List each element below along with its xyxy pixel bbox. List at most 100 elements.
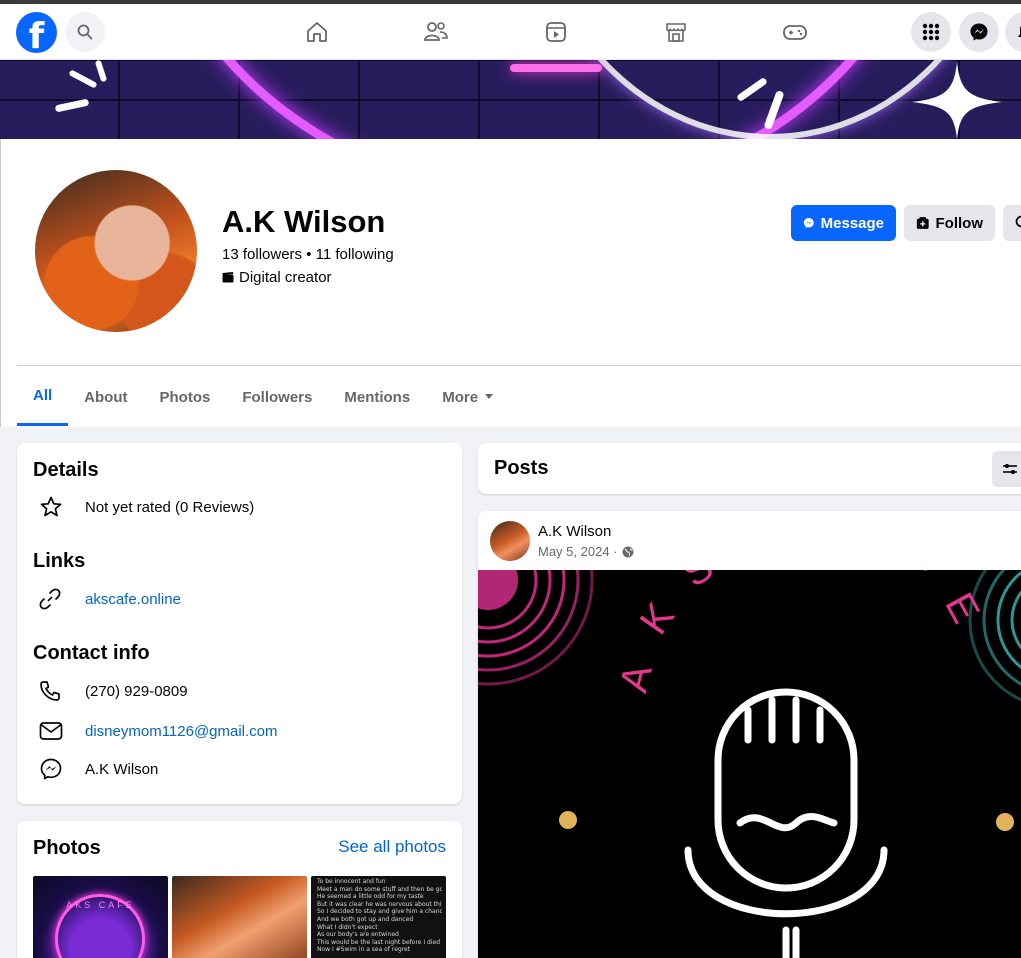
profile-category: Digital creator bbox=[222, 269, 332, 286]
poem-line: As our body's are entwined bbox=[317, 931, 399, 939]
menu-grid-icon bbox=[922, 23, 940, 41]
globe-icon bbox=[622, 546, 633, 557]
star-icon bbox=[40, 496, 62, 517]
post-author-avatar[interactable] bbox=[490, 521, 530, 561]
posts-header-card: Posts bbox=[478, 443, 1021, 494]
email-link[interactable]: disneymom1126@gmail.com bbox=[85, 723, 278, 740]
follow-button[interactable]: Follow bbox=[904, 205, 995, 241]
poem-line: So I decided to stay and give him a chan… bbox=[317, 908, 442, 916]
messenger-button[interactable] bbox=[959, 12, 999, 52]
clapperboard-icon bbox=[222, 272, 234, 283]
poem-line: This would be the last night before I di… bbox=[317, 938, 441, 946]
friends-icon bbox=[424, 22, 448, 41]
see-all-photos-link[interactable]: See all photos bbox=[338, 837, 446, 857]
tab-followers[interactable]: Followers bbox=[226, 368, 328, 426]
profile-avatar[interactable] bbox=[32, 167, 200, 335]
poem-line: Now I #Swim in a sea of regret bbox=[317, 946, 411, 954]
tab-followers-label: Followers bbox=[242, 388, 313, 406]
home-icon bbox=[307, 22, 327, 42]
profile-tabs: All About Photos Followers Mentions More bbox=[17, 368, 510, 426]
phone-number: (270) 929-0809 bbox=[85, 682, 188, 700]
aks-cafe-text: AKS CAFE bbox=[612, 570, 1004, 697]
link-icon bbox=[39, 588, 61, 610]
tab-mentions-label: Mentions bbox=[344, 388, 411, 406]
profile-name: A.K Wilson bbox=[222, 204, 386, 239]
aks-cafe-logo: AKS CAFE bbox=[478, 570, 1021, 958]
nav-video[interactable] bbox=[542, 18, 570, 46]
profile-category-label: Digital creator bbox=[239, 269, 332, 286]
messenger-icon bbox=[970, 23, 988, 41]
marketplace-icon bbox=[666, 23, 686, 42]
poem-line: To be innocent and fun bbox=[317, 878, 386, 885]
poem-line: But it was clear he was nervous about th… bbox=[317, 900, 442, 908]
tab-more[interactable]: More bbox=[426, 368, 510, 426]
nav-home[interactable] bbox=[303, 18, 331, 46]
menu-button[interactable] bbox=[911, 12, 951, 52]
phone-row: (270) 929-0809 bbox=[33, 676, 188, 706]
rating-text: Not yet rated (0 Reviews) bbox=[85, 498, 255, 516]
poem-line: And we both got up and danced bbox=[317, 915, 414, 923]
search-icon bbox=[1015, 215, 1021, 228]
search-icon bbox=[77, 24, 93, 40]
poem-text: To be innocent and fun Meet a man do som… bbox=[317, 878, 442, 954]
tab-about[interactable]: About bbox=[68, 368, 143, 426]
nav-friends[interactable] bbox=[422, 18, 450, 46]
email-icon bbox=[39, 722, 63, 740]
post-meta: May 5, 2024 · bbox=[538, 544, 634, 559]
gaming-icon bbox=[783, 25, 807, 40]
tab-all-label: All bbox=[33, 387, 53, 404]
post-image[interactable]: AKS CAFE bbox=[478, 570, 1021, 958]
messenger-icon bbox=[40, 758, 62, 780]
phone-icon bbox=[40, 681, 60, 701]
follow-counts[interactable]: 13 followers • 11 following bbox=[222, 246, 394, 263]
photos-card: Photos See all photos AKS CAFE To be inn… bbox=[17, 821, 462, 958]
nav-gaming[interactable] bbox=[781, 18, 809, 46]
post-card: A.K Wilson May 5, 2024 · AK FE bbox=[478, 511, 1021, 958]
header-divider bbox=[17, 365, 1021, 366]
tab-mentions[interactable]: Mentions bbox=[328, 368, 426, 426]
links-title: Links bbox=[33, 550, 86, 572]
notifications-button[interactable] bbox=[1005, 12, 1021, 52]
search-profile-button[interactable] bbox=[1003, 205, 1021, 241]
filters-button[interactable] bbox=[992, 451, 1021, 487]
notifications-icon bbox=[1018, 25, 1021, 37]
poem-line: Meet a man do some stuff and then be gon… bbox=[317, 885, 442, 893]
cover-star-icon bbox=[912, 62, 1002, 139]
caret-down-icon bbox=[485, 394, 494, 399]
photo-thumbnail[interactable] bbox=[172, 876, 307, 958]
search-button[interactable] bbox=[65, 12, 105, 52]
filter-icon bbox=[1003, 464, 1017, 474]
follow-button-label: Follow bbox=[935, 214, 984, 232]
tab-all[interactable]: All bbox=[17, 368, 69, 426]
photo-thumbnail[interactable]: AKS CAFE bbox=[33, 876, 168, 958]
poem-line: What I didn't expect bbox=[317, 923, 378, 931]
messenger-name: A.K Wilson bbox=[85, 760, 159, 778]
tab-more-label: More bbox=[442, 388, 479, 406]
messenger-icon bbox=[803, 218, 814, 228]
website-link[interactable]: akscafe.online bbox=[85, 591, 181, 608]
post-date[interactable]: May 5, 2024 · bbox=[538, 544, 618, 559]
message-button-label: Message bbox=[820, 214, 884, 232]
tab-photos-label: Photos bbox=[159, 388, 211, 406]
photos-title: Photos bbox=[33, 837, 101, 859]
video-icon bbox=[546, 22, 566, 42]
posts-title: Posts bbox=[494, 457, 549, 479]
messenger-row: A.K Wilson bbox=[33, 754, 158, 784]
facebook-logo[interactable]: f bbox=[16, 12, 57, 53]
cover-photo[interactable] bbox=[0, 60, 1021, 139]
tab-photos[interactable]: Photos bbox=[144, 368, 227, 426]
message-button[interactable]: Message bbox=[791, 205, 896, 241]
top-navigation-bar: f bbox=[0, 4, 1021, 60]
post-author-name[interactable]: A.K Wilson bbox=[538, 523, 611, 540]
cover-neon-lamp bbox=[510, 64, 602, 72]
nav-marketplace[interactable] bbox=[662, 18, 690, 46]
tab-about-label: About bbox=[84, 388, 128, 406]
contact-title: Contact info bbox=[33, 642, 150, 664]
details-card: Details Not yet rated (0 Reviews) Links … bbox=[17, 443, 462, 804]
follow-icon bbox=[916, 217, 929, 229]
photo-logo-text: AKS CAFE bbox=[66, 900, 135, 910]
rating-row: Not yet rated (0 Reviews) bbox=[33, 492, 254, 522]
details-title: Details bbox=[33, 459, 99, 481]
photo-thumbnail[interactable]: To be innocent and fun Meet a man do som… bbox=[311, 876, 446, 958]
website-row: akscafe.online bbox=[33, 584, 181, 614]
